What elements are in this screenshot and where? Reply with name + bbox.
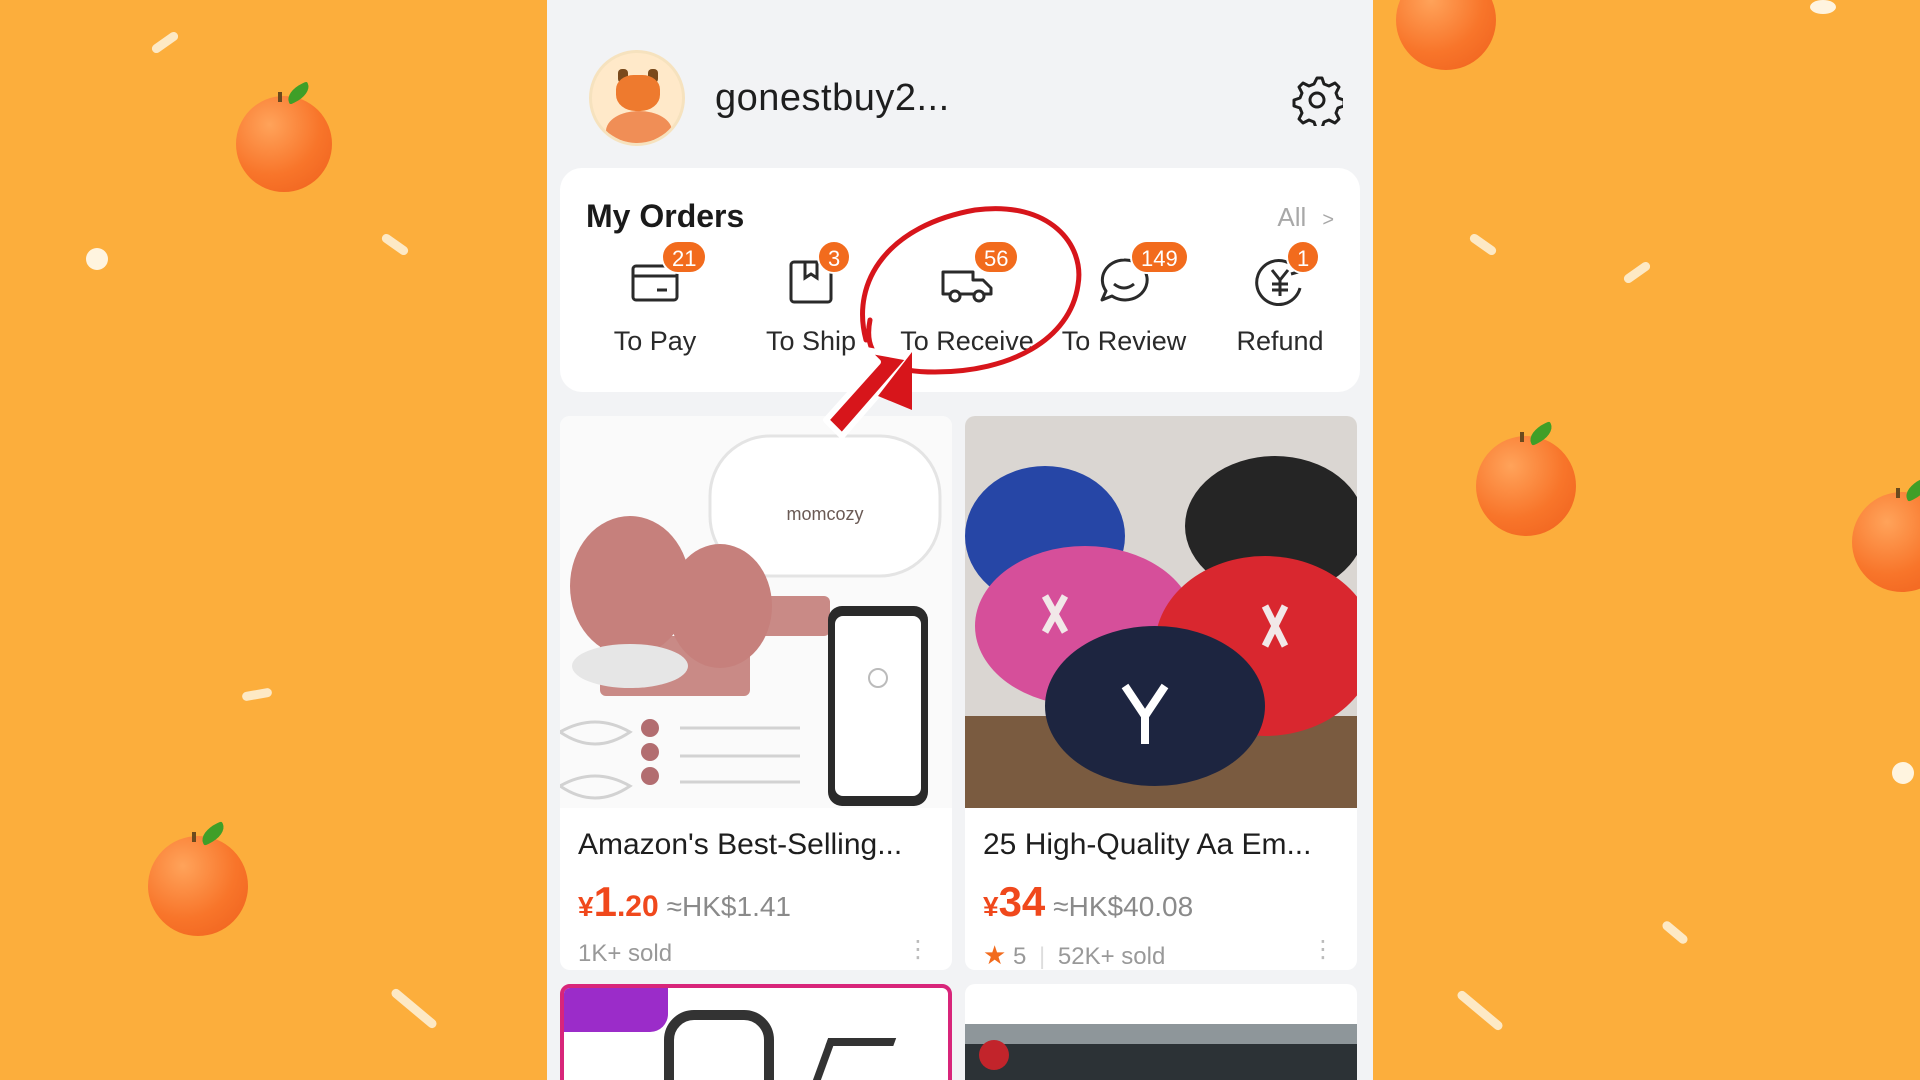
order-tab-to-review[interactable]: 149 To Review (1049, 240, 1199, 357)
order-tab-to-pay[interactable]: 21 To Pay (580, 240, 730, 357)
order-badge: 149 (1130, 240, 1189, 274)
price-integer: 1 (593, 878, 617, 925)
brand-logo-badge (564, 988, 668, 1032)
orange-decoration (1852, 488, 1920, 592)
orders-title: My Orders (586, 198, 745, 234)
dot-decoration (1810, 0, 1836, 14)
dash-decoration (1622, 260, 1652, 285)
product-card[interactable]: momcozy Amazon's Best-Selling... ¥1.20 ≈H… (560, 416, 952, 970)
product-price: ¥34 ≈HK$40.08 (983, 878, 1193, 926)
dash-decoration (1468, 232, 1498, 257)
price-currency: ¥ (578, 891, 594, 922)
product-title: Amazon's Best-Selling... (578, 828, 903, 861)
dash-decoration (380, 232, 410, 257)
product-card[interactable]: 25 High-Quality Aa Em... ¥34 ≈HK$40.08 ★ … (965, 416, 1357, 970)
username[interactable]: gonestbuy2... (715, 77, 950, 120)
orange-decoration (148, 832, 248, 936)
order-tab-refund[interactable]: 1 Refund (1205, 240, 1355, 357)
order-tab-label: To Review (1061, 326, 1187, 356)
star-icon: ★ (983, 940, 1007, 970)
order-badge: 3 (817, 240, 852, 274)
orange-decoration (236, 92, 332, 192)
rating-and-sold: ★ 5 | 52K+ sold (983, 940, 1165, 970)
product-price: ¥1.20 ≈HK$1.41 (578, 878, 791, 926)
sold-count: 1K+ sold (578, 940, 673, 967)
package-icon: 3 (783, 240, 852, 310)
orange-decoration (1396, 0, 1496, 70)
rating-value: 5 (1012, 943, 1027, 970)
product-card[interactable] (965, 984, 1357, 1080)
settings-gear-icon[interactable] (1291, 74, 1343, 126)
order-badge: 56 (973, 240, 1020, 274)
avatar[interactable] (589, 50, 685, 146)
dash-decoration (1455, 989, 1505, 1032)
all-orders-link[interactable]: All > (1277, 202, 1334, 233)
yuan-refund-icon: 1 (1252, 240, 1321, 310)
dash-decoration (389, 987, 439, 1030)
more-options-icon[interactable]: ⋮ (906, 938, 930, 962)
product-image (965, 1044, 1357, 1080)
my-orders-panel: My Orders All > 21 To Pay 3 To Ship 56 To… (560, 168, 1360, 392)
price-hkd: ≈HK$1.41 (666, 891, 791, 922)
dash-decoration (241, 687, 273, 702)
order-tab-to-receive[interactable]: 56 To Receive (892, 240, 1042, 357)
app-screen: gonestbuy2... My Orders All > 21 To Pay 3… (547, 0, 1373, 1080)
chat-bubble-icon: 149 (1096, 240, 1189, 310)
product-image (664, 1010, 774, 1080)
dash-decoration (1660, 919, 1690, 946)
product-image: momcozy (560, 416, 952, 808)
order-tab-label: To Ship (765, 326, 857, 356)
price-hkd: ≈HK$40.08 (1053, 891, 1194, 922)
dot-decoration (1892, 762, 1914, 784)
order-badge: 21 (661, 240, 708, 274)
product-image (979, 1040, 1009, 1070)
product-title: 25 High-Quality Aa Em... (983, 828, 1312, 861)
orange-decoration (1476, 432, 1576, 536)
order-tab-to-ship[interactable]: 3 To Ship (736, 240, 886, 357)
price-integer: 34 (998, 878, 1046, 925)
price-decimal: .20 (616, 890, 659, 923)
card-icon: 21 (627, 240, 708, 310)
order-badge: 1 (1286, 240, 1321, 274)
product-card[interactable] (560, 984, 952, 1080)
product-image (965, 416, 1357, 808)
chevron-right-icon: > (1322, 209, 1334, 231)
sold-count: 52K+ sold (1057, 943, 1166, 970)
order-tab-label: Refund (1236, 326, 1324, 356)
product-image-brand: momcozy (786, 504, 863, 524)
order-tab-label: To Receive (900, 326, 1034, 356)
profile-header: gonestbuy2... (589, 50, 950, 146)
more-options-icon[interactable]: ⋮ (1311, 938, 1335, 962)
price-currency: ¥ (983, 891, 999, 922)
truck-icon: 56 (939, 240, 1020, 310)
dot-decoration (86, 248, 108, 270)
order-tab-label: To Pay (613, 326, 697, 356)
dash-decoration (150, 30, 180, 55)
divider: | (1039, 943, 1046, 970)
product-image (799, 1038, 897, 1080)
all-orders-label: All (1277, 202, 1307, 232)
